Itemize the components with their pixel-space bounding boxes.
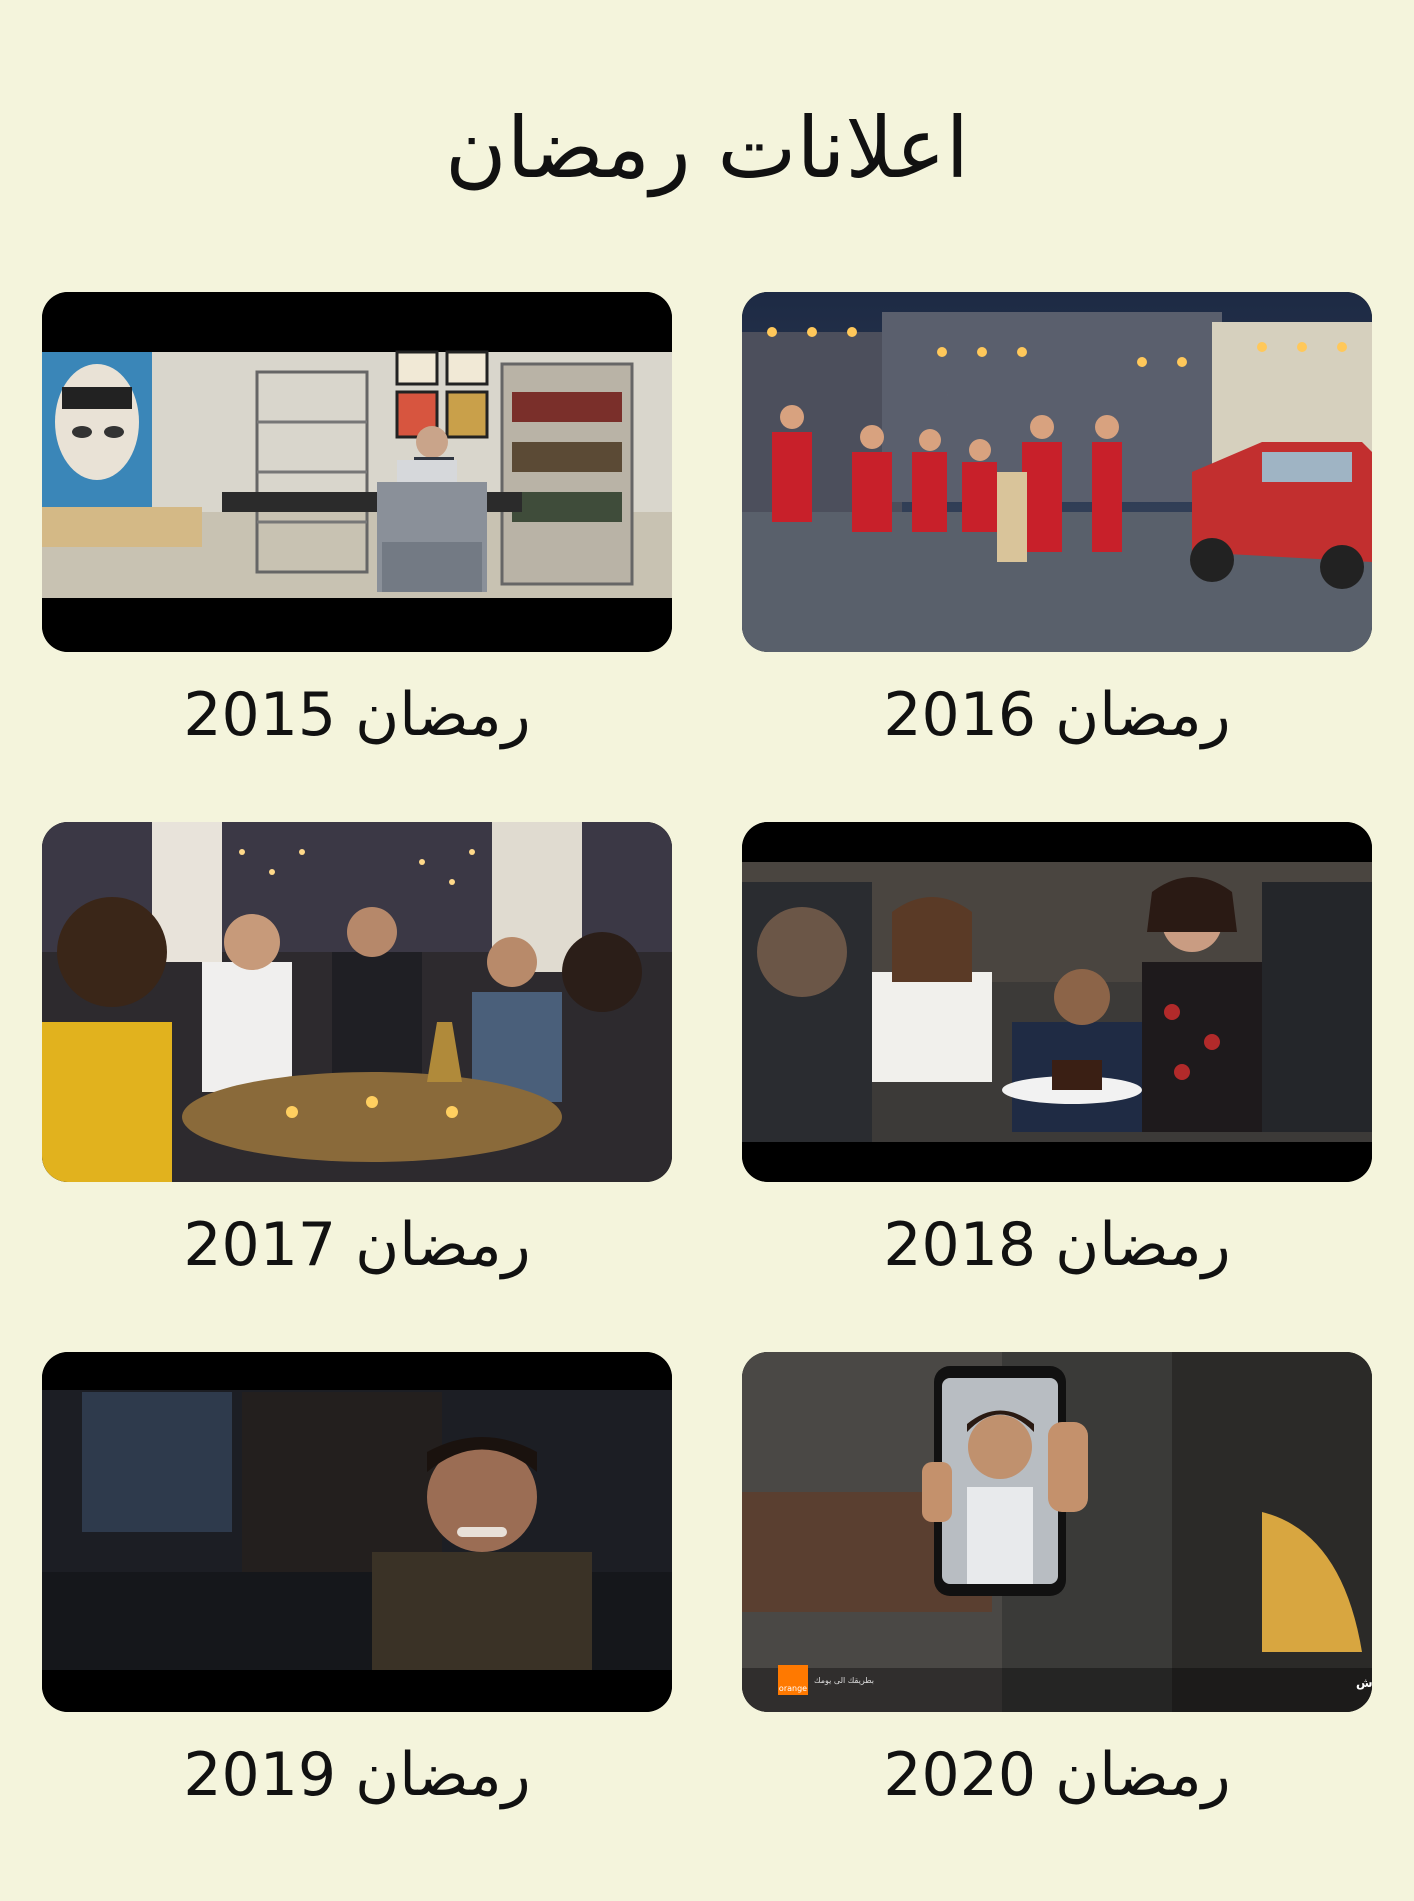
dark-portrait-image bbox=[42, 1352, 672, 1712]
ad-thumbnail-2016[interactable] bbox=[742, 292, 1372, 652]
ad-card-2017[interactable]: رمضان 2017 bbox=[42, 822, 672, 1290]
page-title: اعلانات رمضان bbox=[444, 99, 969, 197]
video-call-image: orange بطريقك الى يومك اطلب #012# وهيجيل… bbox=[742, 1352, 1372, 1712]
ad-caption-2016: رمضان 2016 bbox=[883, 680, 1231, 750]
ad-thumbnail-2015[interactable] bbox=[42, 292, 672, 652]
ad-card-2018[interactable]: رمضان 2018 bbox=[742, 822, 1372, 1290]
street-festival-image bbox=[742, 292, 1372, 652]
iftar-gathering-image bbox=[42, 822, 672, 1182]
ad-thumbnail-2020[interactable]: orange بطريقك الى يومك اطلب #012# وهيجيل… bbox=[742, 1352, 1372, 1712]
ad-caption-2018: رمضان 2018 bbox=[883, 1210, 1231, 1280]
ad-card-2016[interactable]: رمضان 2016 bbox=[742, 292, 1372, 760]
ad-thumbnail-2017[interactable] bbox=[42, 822, 672, 1182]
ad-card-2019[interactable]: رمضان 2019 bbox=[42, 1352, 672, 1820]
ad-caption-2020: رمضان 2020 bbox=[883, 1740, 1231, 1810]
family-dinner-image bbox=[742, 822, 1372, 1182]
orange-tagline-text: بطريقك الى يومك bbox=[814, 1676, 874, 1685]
ad-caption-2019: رمضان 2019 bbox=[183, 1740, 531, 1810]
promo-text: اطلب #012# وهيجيلك إنترنت ودقايق ببلاش bbox=[1356, 1676, 1372, 1691]
orange-brand-text: orange bbox=[779, 1684, 807, 1693]
office-library-image bbox=[42, 292, 672, 652]
ad-caption-2015: رمضان 2015 bbox=[183, 680, 531, 750]
ad-thumbnail-2018[interactable] bbox=[742, 822, 1372, 1182]
ad-caption-2017: رمضان 2017 bbox=[183, 1210, 531, 1280]
ad-thumbnail-2019[interactable] bbox=[42, 1352, 672, 1712]
ad-card-2020[interactable]: orange بطريقك الى يومك اطلب #012# وهيجيل… bbox=[742, 1352, 1372, 1820]
ad-card-2015[interactable]: رمضان 2015 bbox=[42, 292, 672, 760]
